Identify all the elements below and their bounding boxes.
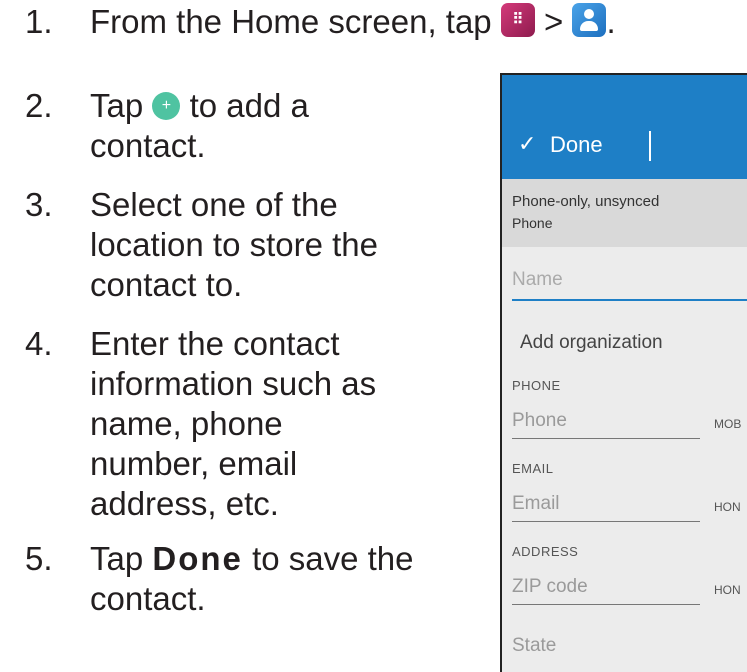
- step-text: address, etc.: [90, 485, 279, 522]
- phone-field[interactable]: Phone: [512, 410, 567, 432]
- zip-field[interactable]: ZIP code: [512, 576, 588, 598]
- step-text: contact.: [90, 127, 206, 164]
- action-divider: [649, 131, 651, 161]
- apps-icon: ⠿: [500, 3, 535, 37]
- step-text: name, phone: [90, 405, 283, 442]
- done-keyword: Done: [152, 540, 243, 577]
- done-button[interactable]: Done: [550, 132, 603, 158]
- account-title: Phone-only, unsynced: [512, 193, 660, 210]
- add-contact-icon: +: [152, 92, 181, 120]
- account-selector[interactable]: Phone-only, unsynced Phone: [502, 179, 747, 247]
- step-text: to add a: [189, 87, 309, 124]
- status-bar: [502, 75, 747, 113]
- email-type-selector[interactable]: HON: [714, 500, 741, 514]
- check-icon[interactable]: ✓: [518, 131, 536, 157]
- step-text: location to store the: [90, 226, 379, 263]
- email-section-header: EMAIL: [512, 461, 554, 476]
- add-organization-link[interactable]: Add organization: [520, 332, 663, 354]
- action-bar: ✓ Done: [502, 113, 747, 179]
- step-text: information such as: [90, 365, 377, 402]
- step-text: contact.: [90, 580, 206, 617]
- contacts-icon: [572, 3, 607, 37]
- phone-type-selector[interactable]: MOB: [714, 417, 741, 431]
- step-text: Tap: [90, 87, 144, 124]
- email-field[interactable]: Email: [512, 493, 560, 515]
- step-text: From the Home screen, tap: [90, 3, 492, 40]
- address-section-header: ADDRESS: [512, 544, 579, 559]
- step-text: >: [544, 3, 564, 40]
- address-type-selector[interactable]: HON: [714, 583, 741, 597]
- step-number: 5.: [25, 540, 53, 577]
- step-number: 4.: [25, 325, 53, 362]
- zip-underline: [512, 604, 700, 605]
- step-text: contact to.: [90, 266, 243, 303]
- name-underline: [512, 299, 747, 301]
- step-text: to save the: [252, 540, 414, 577]
- step-text: Tap: [90, 540, 144, 577]
- step-number: 3.: [25, 186, 53, 223]
- name-field[interactable]: Name: [512, 269, 563, 291]
- step-text: .: [606, 3, 616, 40]
- phone-section-header: PHONE: [512, 378, 561, 393]
- state-field[interactable]: State: [512, 635, 556, 657]
- step-text: Enter the contact: [90, 325, 340, 362]
- email-underline: [512, 521, 700, 522]
- step-number: 2.: [25, 87, 53, 124]
- step-text: Select one of the: [90, 186, 338, 223]
- phone-screenshot: ✓ Done Phone-only, unsynced Phone Name A…: [500, 73, 747, 672]
- step-number: 1.: [25, 3, 53, 40]
- account-subtitle: Phone: [512, 215, 553, 231]
- step-text: number, email: [90, 445, 298, 482]
- phone-underline: [512, 438, 700, 439]
